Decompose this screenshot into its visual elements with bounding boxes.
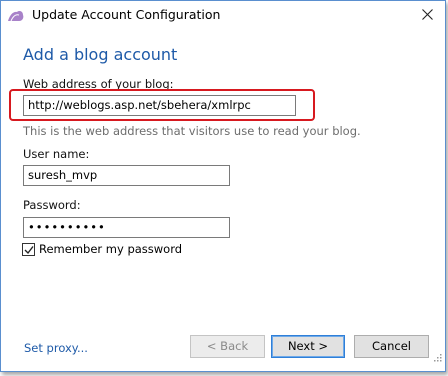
remember-password-checkbox[interactable] bbox=[22, 243, 35, 256]
app-icon bbox=[7, 9, 25, 23]
dialog-window: Update Account Configuration Add a blog … bbox=[0, 0, 446, 372]
check-icon bbox=[24, 246, 34, 255]
close-icon bbox=[422, 9, 433, 20]
title-bar: Update Account Configuration bbox=[1, 1, 445, 31]
highlight-box bbox=[9, 89, 315, 121]
password-label: Password: bbox=[23, 198, 81, 212]
page-heading: Add a blog account bbox=[23, 45, 178, 64]
username-input[interactable]: suresh_mvp bbox=[23, 165, 230, 186]
blog-address-hint: This is the web address that visitors us… bbox=[23, 124, 361, 138]
username-label: User name: bbox=[23, 147, 90, 161]
back-button[interactable]: < Back bbox=[190, 335, 265, 358]
window-title: Update Account Configuration bbox=[32, 7, 221, 22]
cancel-button[interactable]: Cancel bbox=[354, 335, 429, 358]
remember-password-label[interactable]: Remember my password bbox=[39, 242, 182, 256]
password-input[interactable]: •••••••••• bbox=[23, 217, 230, 238]
resize-grip-icon[interactable] bbox=[432, 351, 442, 365]
set-proxy-link[interactable]: Set proxy... bbox=[24, 341, 88, 355]
close-button[interactable] bbox=[411, 1, 445, 29]
next-button[interactable]: Next > bbox=[271, 335, 345, 358]
